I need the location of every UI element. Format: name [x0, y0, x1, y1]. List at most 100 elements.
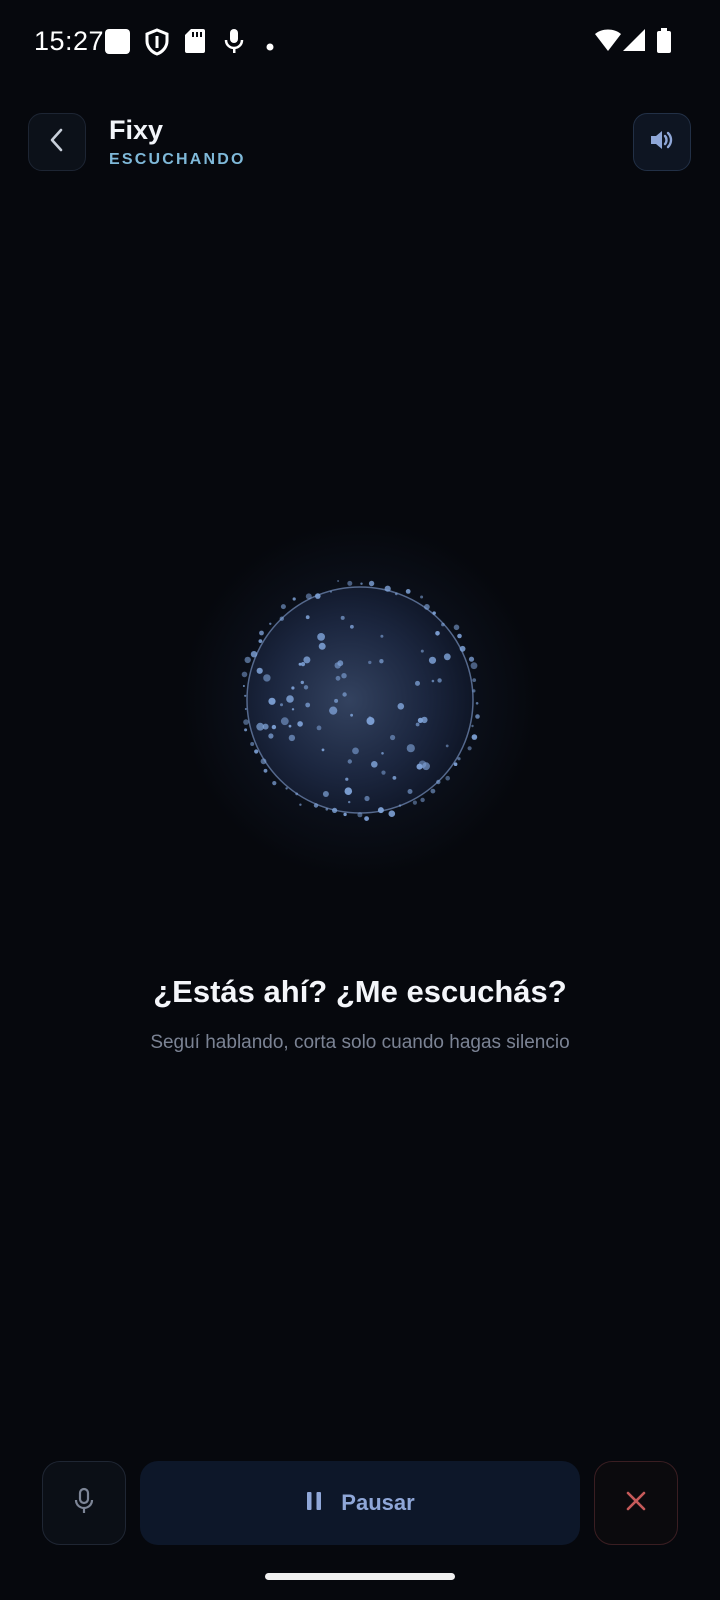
pause-label: Pausar: [341, 1490, 415, 1515]
orb-rim-particle: [459, 645, 466, 652]
orb-particle: [268, 697, 276, 705]
orb-particle: [316, 725, 322, 731]
orb-rim-particle: [244, 708, 247, 710]
orb-particle: [322, 791, 329, 797]
orb-particle: [340, 615, 345, 620]
orb-particle: [305, 615, 310, 620]
voice-orb: [241, 580, 480, 821]
orb-rim-particle: [259, 630, 264, 636]
orb-particle: [334, 662, 341, 669]
orb-particle: [280, 717, 289, 726]
home-indicator[interactable]: [265, 1573, 455, 1580]
cellular-signal-icon: [622, 28, 646, 57]
orb-particle: [437, 678, 442, 683]
orb-rim-particle: [412, 800, 417, 805]
orb-particle: [407, 789, 413, 794]
orb-rim-particle: [250, 742, 255, 746]
battery-icon: [656, 28, 672, 59]
orb-rim-particle: [368, 580, 375, 587]
orb-rim-particle: [285, 787, 288, 790]
orb-rim-particle: [441, 622, 445, 627]
orb-rim-particle: [395, 592, 398, 596]
shield-icon: [144, 28, 170, 61]
orb-rim-particle: [244, 656, 251, 664]
orb-particle: [445, 744, 449, 748]
volume-icon: [649, 128, 675, 157]
orb-particle: [406, 744, 415, 753]
orb-particle: [317, 633, 325, 641]
end-session-button[interactable]: [594, 1461, 678, 1545]
orb-particle: [318, 642, 326, 650]
orb-particle: [297, 721, 303, 727]
orb-particle: [420, 649, 424, 653]
orb-particle: [417, 717, 423, 723]
orb-particle: [368, 660, 372, 665]
orb-particle: [335, 675, 341, 681]
orb-rim-particle: [420, 595, 424, 599]
mic-icon: [224, 28, 244, 59]
orb-rim-particle: [470, 662, 478, 670]
orb-rim-particle: [243, 719, 249, 725]
orb-rim-particle: [260, 758, 267, 765]
orb-particle: [347, 759, 352, 764]
orb-rim-particle: [295, 792, 299, 796]
orb-rim-particle: [424, 604, 430, 610]
orb-rim-particle: [254, 749, 259, 754]
orb-particle: [303, 656, 311, 664]
orb-particle: [288, 724, 292, 728]
orb-rim-particle: [343, 812, 347, 817]
orb-particle: [348, 800, 351, 804]
mic-button[interactable]: [42, 1461, 126, 1545]
orb-particle: [256, 722, 265, 731]
orb-rim-particle: [432, 611, 436, 615]
orb-rim-particle: [313, 803, 319, 808]
orb-rim-particle: [398, 804, 402, 807]
orb-rim-particle: [457, 633, 462, 639]
assistant-hint: Seguí hablando, corta solo cuando hagas …: [150, 1032, 570, 1053]
orb-particle: [397, 703, 405, 710]
orb-particle: [321, 748, 325, 752]
orb-rim-particle: [347, 580, 353, 586]
close-icon: [624, 1489, 648, 1518]
orb-particle: [341, 673, 347, 679]
orb-rim-particle: [445, 775, 450, 781]
orb-particle: [379, 659, 384, 664]
orb-rim-particle: [263, 768, 268, 773]
orb-particle: [344, 787, 353, 795]
orb-particle: [334, 698, 339, 703]
pause-button[interactable]: Pausar: [140, 1461, 580, 1545]
assistant-name: Fixy: [109, 115, 164, 145]
orb-rim-particle: [279, 616, 284, 621]
mic-icon: [73, 1487, 95, 1520]
orb-rim-particle: [280, 604, 286, 610]
back-button[interactable]: [28, 113, 86, 171]
orb-particle: [416, 763, 423, 770]
assistant-prompt: ¿Estás ahí? ¿Me escuchás?: [153, 974, 567, 1009]
orb-rim-particle: [242, 685, 245, 687]
orb-particle: [443, 653, 451, 661]
orb-particle: [350, 713, 353, 717]
orb-rim-particle: [325, 808, 329, 811]
orb-rim-particle: [430, 788, 436, 794]
orb-rim-particle: [420, 797, 425, 803]
orb-rim-particle: [384, 585, 391, 592]
orb-rim-particle: [250, 651, 258, 658]
chevron-left-icon: [46, 127, 68, 158]
orb-rim-particle: [472, 689, 476, 693]
orb-rim-particle: [337, 580, 340, 582]
sd-card-icon: [184, 28, 206, 59]
orb-particle: [415, 722, 420, 727]
orb-particle: [268, 733, 274, 739]
orb-particle: [352, 747, 359, 755]
volume-button[interactable]: [633, 113, 691, 171]
orb-particle: [431, 679, 435, 683]
orb-particle: [271, 724, 277, 730]
orb-rim-particle: [258, 639, 263, 643]
orb-rim-particle: [244, 728, 248, 732]
orb-rim-particle: [377, 807, 384, 814]
orb-particle: [381, 752, 384, 755]
orb-particle: [263, 674, 271, 682]
orb-particle: [300, 680, 304, 685]
orb-particle: [280, 703, 283, 707]
orb-particle: [305, 702, 311, 708]
